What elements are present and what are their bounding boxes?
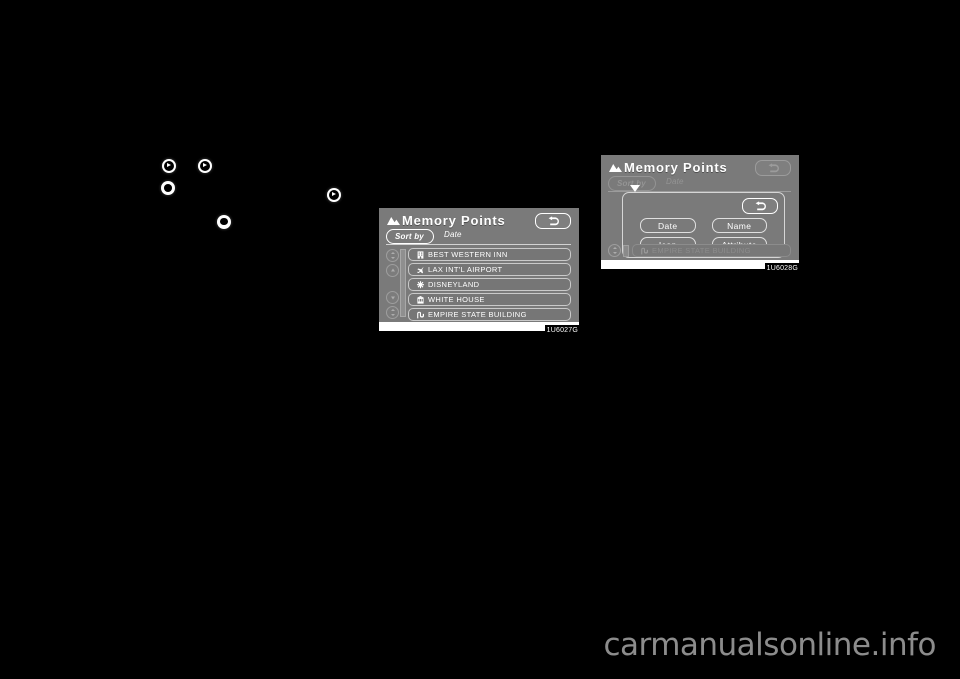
back-arrow-icon	[768, 162, 779, 172]
list-item-label: DISNEYLAND	[428, 280, 480, 289]
scroll-down-button[interactable]	[386, 291, 399, 304]
sort-tab-label: Date	[444, 230, 462, 239]
mountain-icon	[609, 163, 622, 172]
dialog-pointer-triangle	[630, 185, 640, 192]
scrollbar-track[interactable]	[399, 249, 406, 317]
list-item-label: EMPIRE STATE BUILDING	[428, 310, 527, 319]
landmark-icon	[417, 311, 424, 318]
bullet-icon-5	[323, 184, 344, 205]
circle-oval-icon	[216, 214, 231, 229]
list-item-label: EMPIRE STATE BUILDING	[652, 246, 751, 255]
circle-oval-icon	[161, 181, 175, 195]
screen-header: Memory Points	[601, 155, 799, 176]
memory-point-rows: BEST WESTERN INN LAX INT'L AIRPORT DISNE…	[406, 248, 571, 323]
circle-play-icon	[162, 159, 176, 173]
list-item[interactable]: LAX INT'L AIRPORT	[408, 263, 571, 276]
list-item[interactable]: EMPIRE STATE BUILDING	[408, 308, 571, 321]
bullet-icon-4	[213, 211, 234, 232]
sort-tab-row: Sort by Date	[386, 229, 571, 245]
government-building-icon	[417, 295, 424, 304]
landmark-icon	[641, 247, 648, 254]
back-arrow-icon	[548, 215, 559, 225]
memory-points-list-area: BEST WESTERN INN LAX INT'L AIRPORT DISNE…	[379, 245, 579, 323]
airport-icon	[417, 266, 424, 273]
dialog-back-button[interactable]	[742, 198, 778, 214]
screen-title: Memory Points	[624, 160, 728, 175]
circle-play-icon	[198, 159, 212, 173]
bullet-icon-3	[158, 178, 178, 198]
screen-title: Memory Points	[402, 213, 506, 228]
list-item-label: WHITE HOUSE	[428, 295, 485, 304]
scroll-both-button-top[interactable]	[386, 249, 399, 262]
nav-screen-list: Memory Points Sort by Date BEST WESTERN …	[379, 208, 579, 331]
mountain-icon	[387, 216, 400, 225]
scroll-both-button-bottom[interactable]	[386, 305, 399, 319]
scroll-button-column	[386, 248, 399, 323]
back-arrow-icon	[755, 200, 766, 210]
nav-screen-sort-dialog: Memory Points Sort by Date Date Name EMP…	[601, 155, 799, 269]
list-item-label: LAX INT'L AIRPORT	[428, 265, 503, 274]
scrollbar-track[interactable]	[623, 244, 629, 257]
hotel-icon	[417, 250, 424, 259]
list-item[interactable]: BEST WESTERN INN	[408, 248, 571, 261]
sort-tab-label: Date	[666, 177, 684, 186]
sort-option-name[interactable]: Name	[711, 218, 767, 233]
list-item: EMPIRE STATE BUILDING	[632, 244, 791, 257]
list-item[interactable]: WHITE HOUSE	[408, 293, 571, 306]
back-button[interactable]	[535, 213, 571, 229]
scroll-both-button[interactable]	[608, 244, 621, 257]
figure-code: 1U6028G	[764, 263, 800, 274]
bullet-icon-2	[195, 156, 215, 176]
amusement-park-icon	[417, 280, 424, 288]
sort-option-date[interactable]: Date	[640, 218, 696, 233]
background-list-row: EMPIRE STATE BUILDING	[608, 244, 791, 257]
scrollbar-column[interactable]	[399, 248, 406, 323]
list-item-label: BEST WESTERN INN	[428, 250, 508, 259]
back-button[interactable]	[755, 160, 791, 176]
sort-by-tab[interactable]: Sort by	[386, 229, 434, 244]
site-watermark: carmanualsonline.info	[603, 627, 936, 663]
list-item[interactable]: DISNEYLAND	[408, 278, 571, 291]
bullet-icon-1	[159, 156, 179, 176]
figure-sort-by-dialog: Memory Points Sort by Date Date Name EMP…	[601, 155, 800, 279]
circle-play-icon	[326, 187, 341, 202]
figure-code: 1U6027G	[544, 325, 580, 336]
figure-memory-points-list: Memory Points Sort by Date BEST WESTERN …	[379, 208, 580, 340]
screen-header: Memory Points	[379, 208, 579, 229]
scroll-up-button[interactable]	[386, 263, 399, 277]
